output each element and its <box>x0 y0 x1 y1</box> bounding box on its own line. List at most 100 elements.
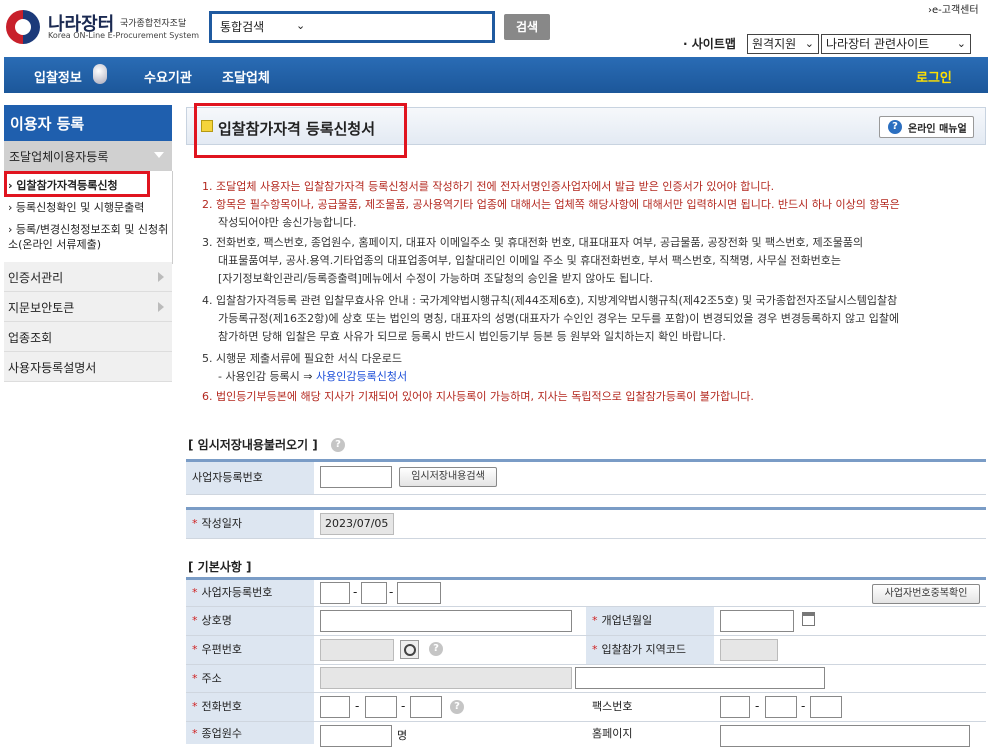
sidebar-menu-certificate[interactable]: 인증서관리 <box>4 262 172 292</box>
company-label-text: 상호명 <box>201 614 232 627</box>
sidebar-menu-label: 업종조회 <box>8 331 53 345</box>
search-button[interactable]: 검색 <box>504 14 550 40</box>
bizno-label-text: 사업자등록번호 <box>201 586 273 599</box>
bizno-part3-input[interactable] <box>397 582 441 604</box>
dash-separator: - <box>801 699 806 713</box>
dash-separator: - <box>353 585 358 599</box>
temp-save-section-title: [ 임시저장내용불러오기 ] <box>188 438 318 452</box>
main-nav: 입찰정보 수요기관 조달업체 로그인 <box>4 57 988 93</box>
homepage-label-text: 홈페이지 <box>592 727 633 740</box>
row-divider <box>186 494 986 495</box>
region-code-label-text: 입찰참가 지역코드 <box>601 643 686 656</box>
search-icon[interactable] <box>400 640 419 659</box>
bizno-part2-input[interactable] <box>361 582 387 604</box>
fax-part1-input[interactable] <box>720 696 750 718</box>
online-manual-label: 온라인 매뉴얼 <box>908 124 967 135</box>
row-divider <box>186 538 986 539</box>
address-detail-input[interactable] <box>575 667 825 689</box>
login-link[interactable]: 로그인 <box>916 67 952 86</box>
sidebar-menu-label: 사용자등록설명서 <box>8 361 97 375</box>
notice-line: 6. 법인등기부등본에 해당 지사가 기재되어 있어야 지사등록이 가능하며, … <box>202 390 754 403</box>
zip-label-text: 우편번호 <box>201 643 242 656</box>
employees-unit: 명 <box>397 729 408 742</box>
help-icon[interactable]: ? <box>331 438 345 452</box>
zip-label: * 우편번호 <box>186 636 314 664</box>
sidebar-menu-guide[interactable]: 사용자등록설명서 <box>4 352 172 382</box>
remote-support-value: 원격지원 <box>752 37 797 51</box>
notice-line: - 사용인감 등록시 ⇒ 사용인감등록신청서 <box>218 368 407 386</box>
notice-line: 4. 입찰참가자격등록 관련 입찰무효사유 안내 : 국가계약법시행규칙(제44… <box>202 294 898 307</box>
sidebar-menu-label: 지문보안토큰 <box>8 301 75 315</box>
notice-line: 1. 조달업체 사용자는 입찰참가자격 등록신청서를 작성하기 전에 전자서명인… <box>202 180 775 193</box>
related-sites-value: 나라장터 관련사이트 <box>826 37 930 51</box>
company-input[interactable] <box>320 610 572 632</box>
sidebar-item-change-request[interactable]: › 등록/변경신청정보조회 및 신청취소(온라인 서류제출) <box>8 222 170 252</box>
phone-part3-input[interactable] <box>410 696 442 718</box>
nav-supplier[interactable]: 조달업체 <box>222 67 270 86</box>
fax-part2-input[interactable] <box>765 696 797 718</box>
dash-separator: - <box>389 585 394 599</box>
notice-text: - 사용인감 등록시 ⇒ <box>218 370 317 383</box>
sidebar-item-registration-check[interactable]: › 등록신청확인 및 시행문출력 <box>8 200 170 215</box>
related-sites-select[interactable]: 나라장터 관련사이트 ⌄ <box>821 34 971 54</box>
sidebar-menu-label: 인증서관리 <box>8 271 64 285</box>
help-icon[interactable]: ? <box>450 700 464 714</box>
notice-line: 5. 시행문 제출서류에 필요한 서식 다운로드 <box>202 352 403 365</box>
help-icon[interactable]: ? <box>429 642 443 656</box>
notice-line: 2. 항목은 필수항목이나, 공급물품, 제조물품, 공사용역기타 업종에 대해… <box>202 198 900 211</box>
address-label-text: 주소 <box>201 672 222 685</box>
help-icon: ? <box>888 120 902 134</box>
temp-bizno-label: 사업자등록번호 <box>186 462 314 494</box>
search-category-select[interactable]: 통합검색 ⌄ <box>209 11 495 43</box>
customer-center-link[interactable]: ›e-고객센터 <box>928 1 979 16</box>
calendar-icon[interactable] <box>802 612 815 626</box>
chevron-right-icon <box>158 272 164 282</box>
phone-part1-input[interactable] <box>320 696 350 718</box>
sidebar-title: 이용자 등록 <box>4 105 172 141</box>
fax-part3-input[interactable] <box>810 696 842 718</box>
logo-emblem-icon[interactable] <box>6 10 40 44</box>
notice-line: 3. 전화번호, 팩스번호, 종업원수, 홈페이지, 대표자 이메일주소 및 휴… <box>202 236 864 249</box>
date-label: * 작성일자 <box>186 510 314 538</box>
address-main-input <box>320 667 572 689</box>
seal-registration-form-link[interactable]: 사용인감등록신청서 <box>316 370 407 383</box>
open-date-label: * 개업년월일 <box>586 607 714 635</box>
phone-part2-input[interactable] <box>365 696 397 718</box>
date-label-text: 작성일자 <box>201 517 242 530</box>
temp-search-button[interactable]: 임시저장내용검색 <box>399 467 497 487</box>
open-date-input[interactable] <box>720 610 794 632</box>
homepage-label: 홈페이지 <box>586 722 714 744</box>
company-label: * 상호명 <box>186 607 314 635</box>
nav-bid-info[interactable]: 입찰정보 <box>34 67 82 86</box>
sidebar-menu-industry[interactable]: 업종조회 <box>4 322 172 352</box>
notice-line: 대표물품여부, 공사.용역.기타업종의 대표업종여부, 입찰대리인 이메일 주소… <box>218 254 842 267</box>
chevron-down-icon: ⌄ <box>956 37 966 50</box>
bizno-part1-input[interactable] <box>320 582 350 604</box>
dash-separator: - <box>755 699 760 713</box>
notice-line: 작성되어야만 송신가능합니다. <box>218 216 357 229</box>
highlight-box <box>4 171 150 197</box>
sidebar-submenu-header[interactable]: 조달업체이용자등록 <box>4 141 172 171</box>
remote-support-select[interactable]: 원격지원 ⌄ <box>747 34 819 54</box>
zip-input <box>320 639 394 661</box>
bizno-label: * 사업자등록번호 <box>186 580 314 606</box>
nav-demand-agency[interactable]: 수요기관 <box>144 67 192 86</box>
sitemap-link[interactable]: · 사이트맵 <box>683 35 736 52</box>
temp-bizno-input[interactable] <box>320 466 392 488</box>
logo-subtitle-en: Korea ON-Line E-Procurement System <box>48 31 200 40</box>
employees-label: * 종업원수 <box>186 722 314 744</box>
online-manual-button[interactable]: ? 온라인 매뉴얼 <box>879 116 974 138</box>
dash-separator: - <box>401 699 406 713</box>
sidebar-menu-fingerprint[interactable]: 지문보안토큰 <box>4 292 172 322</box>
fax-label-text: 팩스번호 <box>592 700 633 713</box>
date-value: 2023/07/05 <box>320 513 394 535</box>
bizno-duplicate-check-button[interactable]: 사업자번호중복확인 <box>872 584 980 604</box>
chevron-right-icon <box>158 302 164 312</box>
fax-label: 팩스번호 <box>586 693 714 721</box>
notice-line: 참가하면 당해 입찰은 무효 사유가 되므로 등록시 반드시 법인등기부 등본 … <box>218 330 726 343</box>
region-code-label: * 입찰참가 지역코드 <box>586 636 714 664</box>
mouse-icon <box>93 64 107 84</box>
notice-line: 가등록규정(제16조2항)에 상호 또는 법인의 명칭, 대표자의 성명(대표자… <box>218 312 900 325</box>
highlight-box <box>194 103 407 158</box>
logo-subtitle-kr: 국가종합전자조달 <box>120 19 187 29</box>
